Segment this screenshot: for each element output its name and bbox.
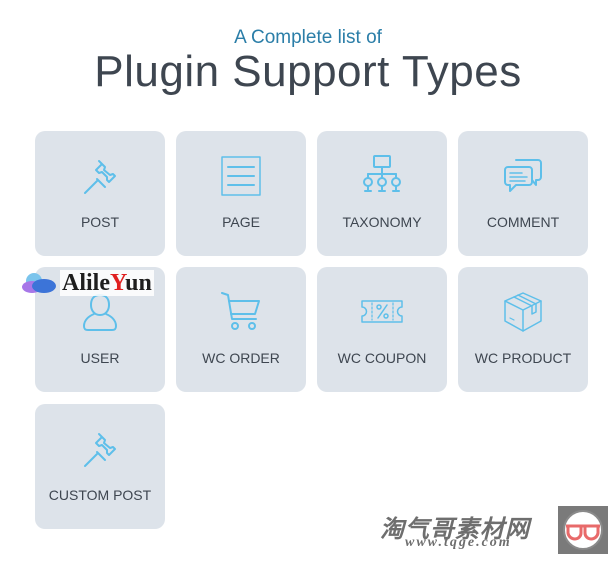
card-label: PAGE <box>222 214 260 230</box>
hierarchy-icon <box>317 153 447 199</box>
aliyun-brand-text: AlileYun <box>60 270 154 296</box>
card-post[interactable]: POST <box>35 131 165 256</box>
card-wc-coupon[interactable]: WC COUPON <box>317 267 447 392</box>
page-icon <box>176 153 306 199</box>
glasses-logo-icon <box>558 506 608 554</box>
card-label: TAXONOMY <box>342 214 422 230</box>
coupon-icon <box>317 289 447 335</box>
page-title: Plugin Support Types <box>94 47 522 96</box>
tqge-watermark: 淘气哥素材网 www.tqge.com <box>375 505 615 560</box>
card-taxonomy[interactable]: TAXONOMY <box>317 131 447 256</box>
card-label: CUSTOM POST <box>48 487 152 503</box>
card-label: COMMENT <box>486 214 560 230</box>
card-wc-product[interactable]: WC PRODUCT <box>458 267 588 392</box>
card-wc-order[interactable]: WC ORDER <box>176 267 306 392</box>
chat-bubbles-icon <box>458 153 588 199</box>
card-label: WC ORDER <box>202 350 280 366</box>
card-page[interactable]: PAGE <box>176 131 306 256</box>
tqge-url: www.tqge.com <box>405 535 512 550</box>
box-icon <box>458 289 588 335</box>
pushpin-icon <box>35 426 165 472</box>
pushpin-icon <box>35 153 165 199</box>
card-comment[interactable]: COMMENT <box>458 131 588 256</box>
cloud-logo-icon <box>22 273 56 293</box>
card-label: WC PRODUCT <box>474 350 572 366</box>
card-custom-post[interactable]: CUSTOM POST <box>35 404 165 529</box>
card-label: WC COUPON <box>337 350 427 366</box>
aliyun-watermark: AlileYun <box>22 270 154 296</box>
shopping-cart-icon <box>176 289 306 335</box>
card-label: POST <box>80 214 120 230</box>
card-label: USER <box>80 350 120 366</box>
subtitle: A Complete list of <box>234 27 382 48</box>
